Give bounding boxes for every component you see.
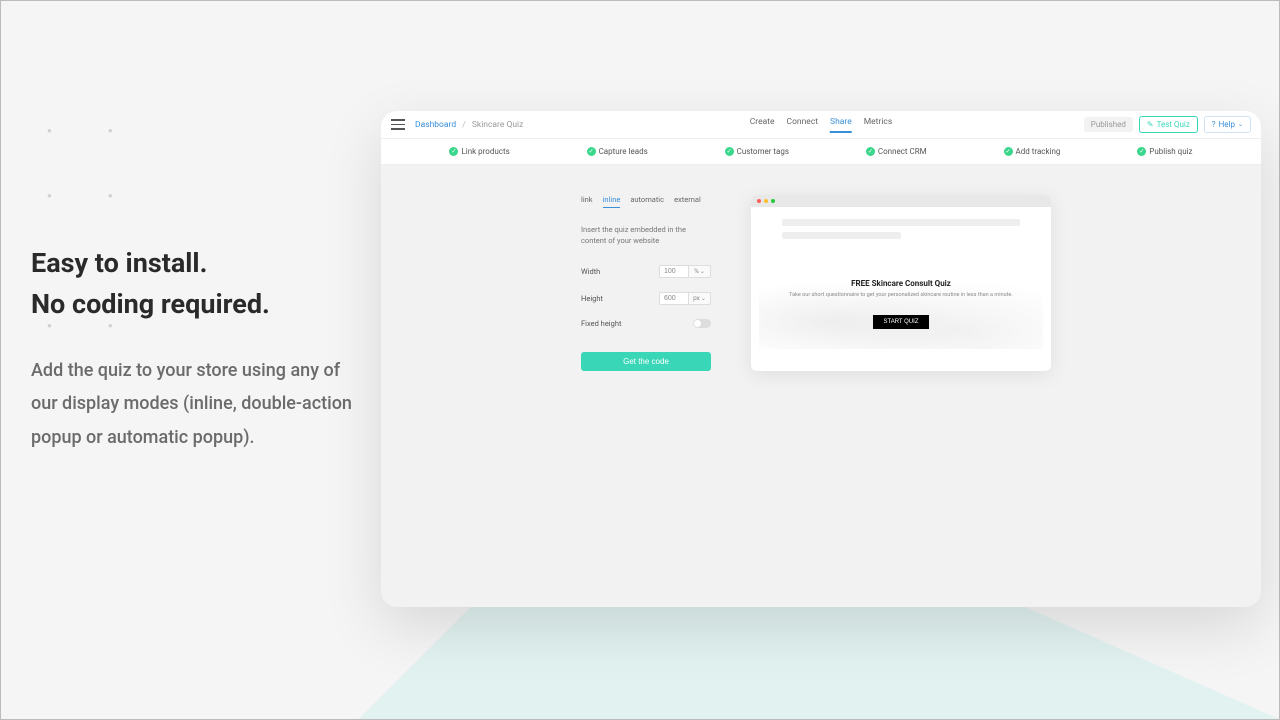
step-connect-crm[interactable]: ✓Connect CRM <box>866 147 927 156</box>
decorative-dots: ●● <box>47 126 169 135</box>
check-icon: ✓ <box>1137 147 1146 156</box>
skeleton-line <box>782 232 901 239</box>
check-icon: ✓ <box>1004 147 1013 156</box>
tab-metrics[interactable]: Metrics <box>864 117 893 133</box>
step-customer-tags[interactable]: ✓Customer tags <box>725 147 789 156</box>
help-button[interactable]: ? Help ⌄ <box>1204 116 1251 133</box>
browser-chrome <box>751 195 1051 207</box>
mode-external[interactable]: external <box>674 195 701 208</box>
menu-icon[interactable] <box>391 118 405 132</box>
traffic-maximize-icon <box>771 199 775 203</box>
check-icon: ✓ <box>866 147 875 156</box>
check-icon: ✓ <box>449 147 458 156</box>
mode-inline[interactable]: inline <box>603 195 621 208</box>
status-published: Published <box>1084 117 1133 132</box>
step-add-tracking[interactable]: ✓Add tracking <box>1004 147 1061 156</box>
breadcrumb: Dashboard / Skincare Quiz <box>415 120 523 130</box>
tab-share[interactable]: Share <box>830 117 852 133</box>
traffic-close-icon <box>757 199 761 203</box>
fixed-height-label: Fixed height <box>581 319 641 328</box>
test-quiz-button[interactable]: ✎ Test Quiz <box>1139 116 1198 133</box>
mode-automatic[interactable]: automatic <box>630 195 664 208</box>
chevron-down-icon: ⌄ <box>701 295 706 302</box>
mode-description: Insert the quiz embedded in the content … <box>581 224 711 247</box>
chevron-down-icon: ⌄ <box>700 268 705 275</box>
height-input[interactable] <box>659 292 689 305</box>
preview-quiz-subtitle: Take our short questionnaire to get your… <box>769 292 1033 298</box>
breadcrumb-dashboard[interactable]: Dashboard <box>415 120 456 130</box>
traffic-minimize-icon <box>764 199 768 203</box>
check-icon: ✓ <box>725 147 734 156</box>
tab-connect[interactable]: Connect <box>787 117 819 133</box>
step-publish-quiz[interactable]: ✓Publish quiz <box>1137 147 1192 156</box>
marketing-subtext: Add the quiz to your store using any of … <box>31 354 361 454</box>
height-label: Height <box>581 294 641 303</box>
mode-link[interactable]: link <box>581 195 593 208</box>
width-unit-select[interactable]: %⌄ <box>689 265 711 278</box>
get-code-button[interactable]: Get the code <box>581 352 711 371</box>
skeleton-line <box>782 219 1020 226</box>
height-unit-select[interactable]: px⌄ <box>689 292 711 305</box>
breadcrumb-current: Skincare Quiz <box>472 120 523 130</box>
preview-start-button[interactable]: START QUIZ <box>873 315 928 329</box>
preview-quiz-title: FREE Skincare Consult Quiz <box>769 279 1033 288</box>
app-window: Dashboard / Skincare Quiz Create Connect… <box>381 111 1261 607</box>
width-input[interactable] <box>659 265 689 278</box>
decorative-dots: ●● <box>47 191 169 200</box>
check-icon: ✓ <box>587 147 596 156</box>
fixed-height-toggle[interactable] <box>693 319 711 328</box>
tab-create[interactable]: Create <box>750 117 775 133</box>
edit-icon: ✎ <box>1147 120 1154 129</box>
step-link-products[interactable]: ✓Link products <box>449 147 509 156</box>
step-capture-leads[interactable]: ✓Capture leads <box>587 147 648 156</box>
width-label: Width <box>581 267 641 276</box>
headline-line-1: Easy to install. <box>31 243 361 284</box>
help-icon: ? <box>1212 120 1216 129</box>
headline-line-2: No coding required. <box>31 284 361 325</box>
preview-panel: FREE Skincare Consult Quiz Take our shor… <box>751 195 1051 371</box>
preview-background <box>759 259 1043 349</box>
chevron-down-icon: ⌄ <box>1238 121 1243 128</box>
